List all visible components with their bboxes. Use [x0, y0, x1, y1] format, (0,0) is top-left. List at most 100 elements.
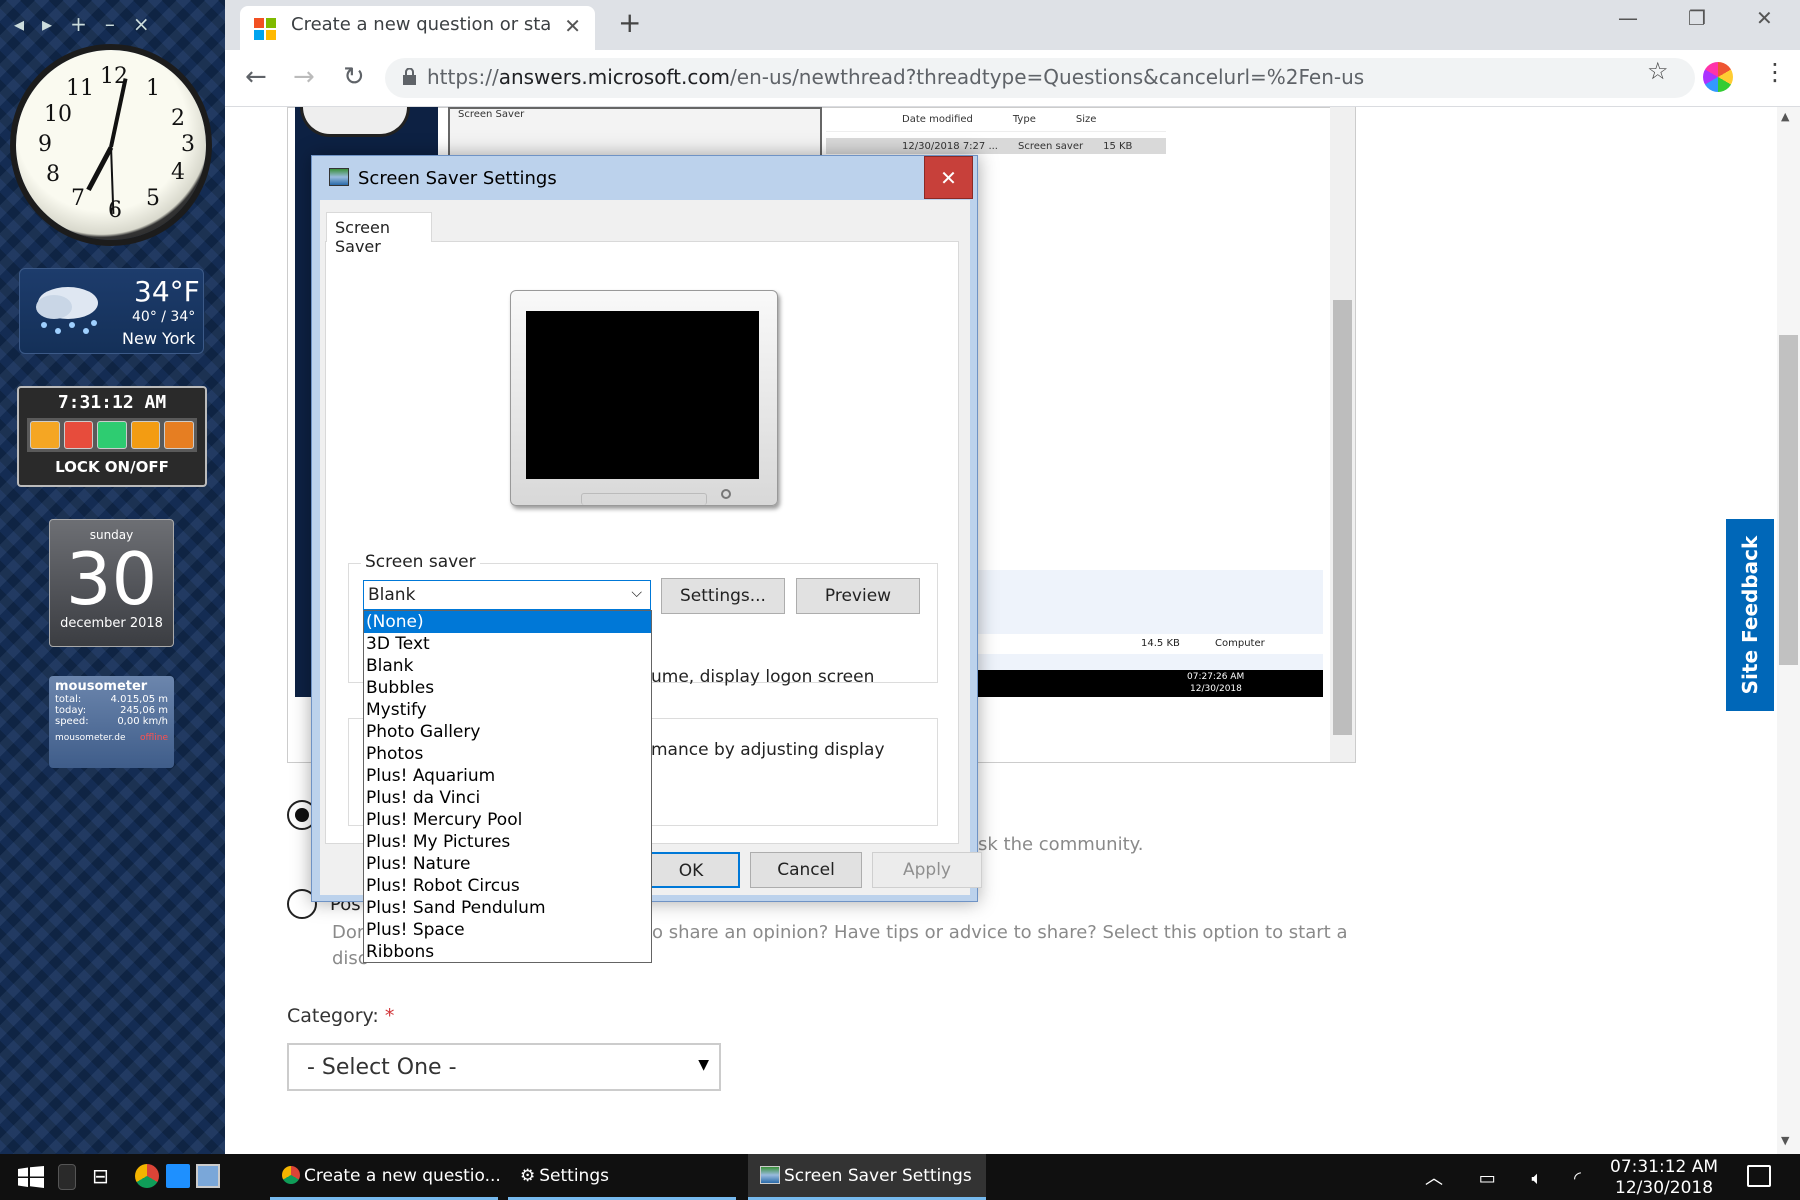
category-select[interactable]: - Select One - ▼	[287, 1043, 721, 1091]
dropdown-option[interactable]: Plus! My Pictures	[364, 831, 651, 853]
new-tab-icon[interactable]: +	[618, 6, 641, 39]
dropdown-option[interactable]: 3D Text	[364, 633, 651, 655]
dropdown-option[interactable]: Mystify	[364, 699, 651, 721]
system-clock[interactable]: 07:31:12 AM 12/30/2018	[1610, 1157, 1718, 1199]
sidebar-tool-forward[interactable]: ▸	[42, 12, 52, 36]
screen-saver-dropdown-list[interactable]: (None) 3D Text Blank Bubbles Mystify Pho…	[363, 610, 652, 963]
mousometer-row: total: 4.015,05 m	[55, 694, 168, 705]
sidebar-tool-minimize[interactable]: –	[105, 12, 115, 36]
power-icon[interactable]	[63, 421, 94, 449]
sidebar-tool-add[interactable]: +	[70, 12, 87, 36]
dialog-close-button[interactable]: ✕	[924, 156, 973, 199]
close-window-icon[interactable]: ✕	[1756, 6, 1773, 30]
taskbar-item-settings[interactable]: ⚙ Settings	[508, 1154, 736, 1200]
lock-gadget[interactable]: 7:31:12 AM LOCK ON/OFF	[17, 386, 207, 487]
dropdown-option[interactable]: Plus! Aquarium	[364, 765, 651, 787]
dropdown-option[interactable]: (None)	[364, 611, 651, 633]
chrome-icon[interactable]	[135, 1164, 159, 1188]
cancel-button[interactable]: Cancel	[750, 852, 862, 888]
sidebar-toolbar[interactable]: ◂ ▸ + – ×	[8, 6, 218, 42]
screen-saver-select[interactable]: Blank ⌵	[363, 580, 651, 610]
dropdown-option[interactable]: Plus! Robot Circus	[364, 875, 651, 897]
action-center-icon[interactable]	[1747, 1165, 1771, 1187]
scroll-down-icon[interactable]: ▼	[1781, 1134, 1789, 1147]
lock-gadget-time: 7:31:12 AM	[57, 392, 167, 413]
reload-icon[interactable]: ↻	[343, 62, 365, 92]
task-view-icon[interactable]: ⊟	[92, 1164, 116, 1188]
dropdown-option[interactable]: Plus! Space	[364, 919, 651, 941]
dialog-title: Screen Saver Settings	[358, 168, 557, 189]
site-feedback-button[interactable]: Site Feedback	[1726, 519, 1774, 711]
dropdown-option[interactable]: Plus! Sand Pendulum	[364, 897, 651, 919]
settings-button[interactable]: Settings...	[661, 578, 785, 614]
extension-color-icon[interactable]	[1703, 62, 1733, 92]
logon-checkbox-label[interactable]: ume, display logon screen	[651, 667, 874, 687]
mousometer-footer: mousometer.de	[55, 733, 126, 743]
explorer-cell: 15 KB	[1103, 140, 1133, 152]
back-arrow-icon[interactable]: ←	[245, 62, 267, 92]
browser-tab[interactable]: Create a new question or start a ✕	[240, 6, 595, 50]
dropdown-option[interactable]: Blank	[364, 655, 651, 677]
browser-toolbar: ← → ↻ https://answers.microsoft.com/en-u…	[225, 50, 1800, 107]
embedded-location: Computer	[1215, 638, 1265, 649]
logoff-icon[interactable]	[164, 421, 194, 449]
preview-button[interactable]: Preview	[796, 578, 920, 614]
sleep-icon[interactable]	[30, 421, 60, 449]
minimize-window-icon[interactable]: —	[1618, 6, 1638, 30]
mousometer-gadget[interactable]: mousometer total: 4.015,05 m today: 245,06…	[49, 676, 174, 768]
wifi-icon[interactable]: ◜	[1574, 1168, 1581, 1189]
chevron-up-icon[interactable]: ︿	[1425, 1168, 1443, 1189]
address-bar[interactable]: https://answers.microsoft.com/en-us/newt…	[385, 58, 1695, 98]
dropdown-option[interactable]: Bubbles	[364, 677, 651, 699]
dropdown-option[interactable]: Photos	[364, 743, 651, 765]
dropdown-arrow-icon: ▼	[698, 1057, 709, 1073]
lock-toggle-label[interactable]: LOCK ON/OFF	[19, 458, 205, 476]
taskbar-item-screen-saver[interactable]: Screen Saver Settings	[748, 1154, 986, 1200]
restart-icon[interactable]	[97, 421, 127, 449]
scroll-up-icon[interactable]: ▲	[1781, 110, 1789, 123]
clock-number: 10	[44, 102, 72, 127]
browser-menu-icon[interactable]: ⋮	[1763, 58, 1787, 86]
dropdown-option[interactable]: Photo Gallery	[364, 721, 651, 743]
weather-gadget[interactable]: 34°F 40° / 34° New York	[19, 268, 204, 354]
mousometer-row: today: 245,06 m	[55, 705, 168, 716]
dropdown-option[interactable]: Ribbons	[364, 941, 651, 963]
tab-close-icon[interactable]: ✕	[564, 14, 581, 38]
apply-button[interactable]: Apply	[872, 852, 982, 888]
question-option-description: sk the community.	[978, 834, 1144, 855]
sidebar-tool-back[interactable]: ◂	[14, 12, 24, 36]
sidebar-tool-close[interactable]: ×	[133, 12, 150, 36]
volume-icon[interactable]: 🔈︎	[1531, 1168, 1542, 1189]
mail-icon[interactable]	[166, 1164, 190, 1188]
taskbar-item-label: Settings	[539, 1166, 609, 1186]
discussion-option-description: o share an opinion? Have tips or advice …	[652, 922, 1348, 943]
lock-gadget-buttons[interactable]	[27, 418, 197, 452]
clock-number: 8	[46, 162, 60, 187]
chrome-icon	[282, 1166, 300, 1184]
monitor-base	[581, 493, 707, 505]
url-text[interactable]: https://answers.microsoft.com/en-us/newt…	[427, 65, 1364, 89]
clock-number: 2	[171, 106, 185, 131]
explorer-cell: 12/30/2018 7:27 ...	[902, 140, 998, 152]
chevron-down-icon: ⌵	[631, 585, 642, 601]
page-scrollbar-thumb[interactable]	[1779, 335, 1798, 665]
calendar-gadget[interactable]: sunday 30 december 2018	[49, 519, 174, 647]
dropdown-option[interactable]: Plus! da Vinci	[364, 787, 651, 809]
monitor-screen	[526, 311, 759, 479]
windows-start-icon[interactable]	[18, 1166, 44, 1188]
forward-arrow-icon[interactable]: →	[293, 62, 315, 92]
ok-button[interactable]: OK	[642, 852, 740, 888]
computer-icon[interactable]	[196, 1164, 220, 1188]
tab-screen-saver[interactable]: Screen Saver	[326, 212, 432, 256]
key-icon[interactable]	[130, 421, 161, 449]
taskbar-item-browser[interactable]: Create a new questio...	[270, 1154, 501, 1200]
system-date: 12/30/2018	[1615, 1178, 1714, 1198]
bookmark-star-icon[interactable]: ☆	[1647, 57, 1669, 85]
dropdown-option[interactable]: Plus! Nature	[364, 853, 651, 875]
dialog-titlebar[interactable]: Screen Saver Settings ✕	[312, 156, 977, 200]
dropdown-option[interactable]: Plus! Mercury Pool	[364, 809, 651, 831]
clock-number: 5	[146, 186, 160, 211]
restore-window-icon[interactable]: ❐	[1688, 6, 1706, 30]
battery-icon[interactable]: ▭	[1479, 1168, 1496, 1189]
search-box-edge[interactable]	[58, 1164, 76, 1190]
